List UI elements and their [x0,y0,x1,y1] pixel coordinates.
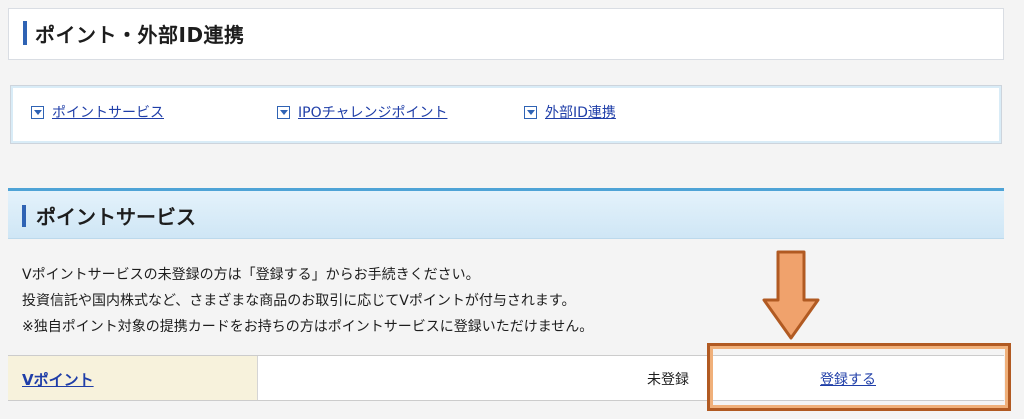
v-point-link[interactable]: Vポイント [22,369,94,390]
nav-link-label[interactable]: IPOチャレンジポイント [298,102,447,122]
info-text: 投資信託や国内株式など、さまざまな商品のお取引に応じてVポイントが付与されます。 [22,293,576,309]
title-accent-bar [23,21,27,45]
row-action-cell: 登録する [712,356,1004,400]
page-title-box: ポイント・外部ID連携 [8,8,1004,60]
section-title: ポイントサービス [36,205,196,229]
point-row: Vポイント 未登録 登録する [8,355,1004,401]
info-text: ※独自ポイント対象の提携カードをお持ちの方はポイントサービスに登録いただけません… [22,319,594,335]
down-arrow-icon [762,250,820,340]
dropdown-square-icon [277,105,290,119]
info-text: Vポイントサービスの未登録の方は「登録する」からお手続きください。 [22,267,480,283]
section-accent-bar [22,205,26,227]
row-label-cell: Vポイント [8,356,258,400]
register-link[interactable]: 登録する [820,369,876,389]
registration-status: 未登録 [647,372,689,388]
dropdown-square-icon [31,105,44,119]
section-header: ポイントサービス [8,188,1004,239]
dropdown-square-icon [524,105,537,119]
anchor-nav: ポイントサービス IPOチャレンジポイント 外部ID連携 [10,85,1002,144]
nav-item-ipo-challenge-point[interactable]: IPOチャレンジポイント [277,102,447,122]
nav-link-label[interactable]: 外部ID連携 [545,102,616,122]
nav-item-external-id[interactable]: 外部ID連携 [524,102,616,122]
nav-item-point-service[interactable]: ポイントサービス [31,102,164,122]
page-title: ポイント・外部ID連携 [35,23,245,47]
nav-link-label[interactable]: ポイントサービス [52,102,164,122]
